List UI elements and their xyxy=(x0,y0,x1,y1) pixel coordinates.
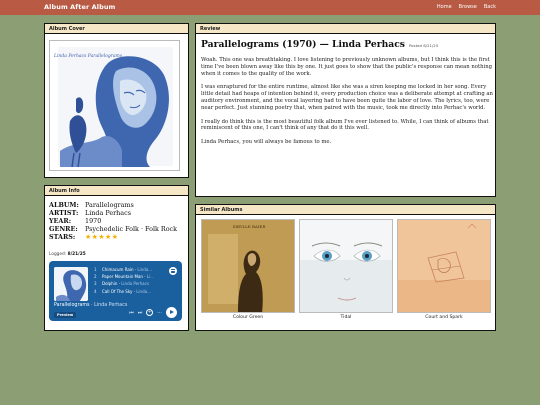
album-cover-image: Linda Perhacs Parallelograms xyxy=(49,40,180,171)
similar-albums-heading: Similar Albums xyxy=(196,205,495,215)
info-value-genre: Psychedelic Folk · Folk Rock xyxy=(85,225,177,233)
album-info-table: ALBUM: Parallelograms ARTIST: Linda Perh… xyxy=(49,201,177,241)
spotify-player: 1 Chimacum Rain · Linda... 2 Paper Mountai… xyxy=(49,261,182,321)
review-paragraph: Linda Perhacs, you will always be famous… xyxy=(201,139,332,146)
logged-label: Logged: xyxy=(49,252,67,257)
info-row-year: YEAR: 1970 xyxy=(49,217,177,225)
track-title: Call Of The Sky xyxy=(102,288,133,294)
review-paragraph: I was enraptured for the entire runtime,… xyxy=(201,84,493,111)
cover-text: SIBYLLE BAIER xyxy=(233,224,267,229)
previous-track-icon[interactable]: ⏮ xyxy=(129,310,134,316)
album-info-panel: Album Info ALBUM: Parallelograms ARTIST:… xyxy=(44,185,189,331)
review-body: Parallelograms (1970) — Linda Perhacs Pos… xyxy=(201,39,494,146)
star-rating: ★★★★★ xyxy=(85,233,119,241)
similar-album-title[interactable]: Court and Spark xyxy=(397,315,491,320)
info-row-album: ALBUM: Parallelograms xyxy=(49,201,177,209)
album-info-heading: Album Info xyxy=(45,186,188,196)
logged-date: Logged: 8/21/25 xyxy=(49,252,86,257)
similar-album-card[interactable]: Tidal xyxy=(299,219,393,320)
similar-album-cover[interactable] xyxy=(299,219,393,313)
now-playing-title: Parallelograms xyxy=(54,303,90,308)
track-title: Paper Mountain Man xyxy=(102,274,143,280)
info-key: GENRE: xyxy=(49,225,78,233)
review-title: Parallelograms (1970) — Linda Perhacs Pos… xyxy=(201,39,494,50)
track-number: 3 xyxy=(94,281,97,287)
info-key: STARS: xyxy=(49,233,76,241)
track-artist: Linda Perhacs xyxy=(121,281,149,287)
track-number: 2 xyxy=(94,274,97,280)
track-row[interactable]: 1 Chimacum Rain · Linda... xyxy=(94,266,154,273)
similar-album-cover[interactable]: SIBYLLE BAIER xyxy=(201,219,295,313)
colour-green-cover-art: SIBYLLE BAIER xyxy=(202,220,294,312)
info-value-album: Parallelograms xyxy=(85,201,134,209)
info-row-stars: STARS: ★★★★★ xyxy=(49,233,177,241)
top-bar: Album After Album Home Browse Back xyxy=(0,0,540,15)
album-cover-art xyxy=(50,41,179,170)
top-nav: Home Browse Back xyxy=(437,4,496,10)
player-track-list: 1 Chimacum Rain · Linda... 2 Paper Mountai… xyxy=(94,266,154,295)
review-heading: Review xyxy=(196,24,495,34)
info-value-artist: Linda Perhacs xyxy=(85,209,131,217)
nav-back-link[interactable]: Back xyxy=(484,4,496,10)
track-row[interactable]: 2 Paper Mountain Man · Li... xyxy=(94,273,154,280)
info-value-year: 1970 xyxy=(85,217,102,225)
player-controls: ⏮ ⏭ + ··· xyxy=(129,307,177,318)
posted-date: Posted 8/21/25 xyxy=(408,43,439,48)
nav-home-link[interactable]: Home xyxy=(437,4,452,10)
review-title-text: Parallelograms (1970) — Linda Perhacs xyxy=(201,39,405,50)
info-key: YEAR: xyxy=(49,217,72,225)
cover-title-text: Linda Perhacs Parallelograms xyxy=(54,54,123,59)
add-to-library-icon[interactable]: + xyxy=(146,309,154,316)
preview-badge: Preview xyxy=(54,312,77,318)
site-brand[interactable]: Album After Album xyxy=(44,3,115,11)
more-options-icon[interactable]: ··· xyxy=(157,310,162,316)
review-paragraph: Woah. This one was breathtaking. I love … xyxy=(201,57,493,77)
court-and-spark-cover-art xyxy=(398,220,490,312)
album-cover-panel: Album Cover Linda Perhacs Parallelograms xyxy=(44,23,189,178)
info-key: ARTIST: xyxy=(49,209,79,217)
track-row[interactable]: 3 Dolphin · Linda Perhacs xyxy=(94,280,154,287)
play-button[interactable] xyxy=(166,307,177,318)
album-cover-heading: Album Cover xyxy=(45,24,188,34)
track-number: 4 xyxy=(94,288,97,294)
similar-album-cover[interactable] xyxy=(397,219,491,313)
spotify-logo-icon[interactable] xyxy=(169,267,177,275)
track-artist: Li... xyxy=(146,274,154,280)
similar-album-title[interactable]: Tidal xyxy=(299,315,393,320)
similar-album-title[interactable]: Colour Green xyxy=(201,315,295,320)
similar-album-card[interactable]: Court and Spark xyxy=(397,219,491,320)
track-title: Dolphin xyxy=(102,281,118,287)
now-playing: Parallelograms · Linda Perhacs xyxy=(54,303,127,308)
review-paragraph: I really do think this is the most beaut… xyxy=(201,118,489,132)
track-title: Chimacum Rain xyxy=(102,267,134,272)
tidal-cover-art xyxy=(300,220,392,312)
track-number: 1 xyxy=(94,267,97,272)
info-row-artist: ARTIST: Linda Perhacs xyxy=(49,209,177,217)
track-artist: Linda... xyxy=(136,288,151,294)
track-row[interactable]: 4 Call Of The Sky · Linda... xyxy=(94,288,154,295)
nav-browse-link[interactable]: Browse xyxy=(459,4,477,10)
player-thumbnail-art xyxy=(54,267,88,301)
next-track-icon[interactable]: ⏭ xyxy=(138,310,143,316)
similar-albums-panel: Similar Albums SIBYLLE BAIER Colour Gree… xyxy=(195,204,496,331)
review-panel: Review Parallelograms (1970) — Linda Per… xyxy=(195,23,496,197)
info-row-genre: GENRE: Psychedelic Folk · Folk Rock xyxy=(49,225,177,233)
similar-album-card[interactable]: SIBYLLE BAIER Colour Green xyxy=(201,219,295,320)
info-key: ALBUM: xyxy=(49,201,79,209)
logged-value: 8/21/25 xyxy=(67,252,86,257)
now-playing-artist: Linda Perhacs xyxy=(94,303,128,308)
player-album-thumbnail xyxy=(54,267,88,301)
track-artist: Linda... xyxy=(137,267,152,272)
